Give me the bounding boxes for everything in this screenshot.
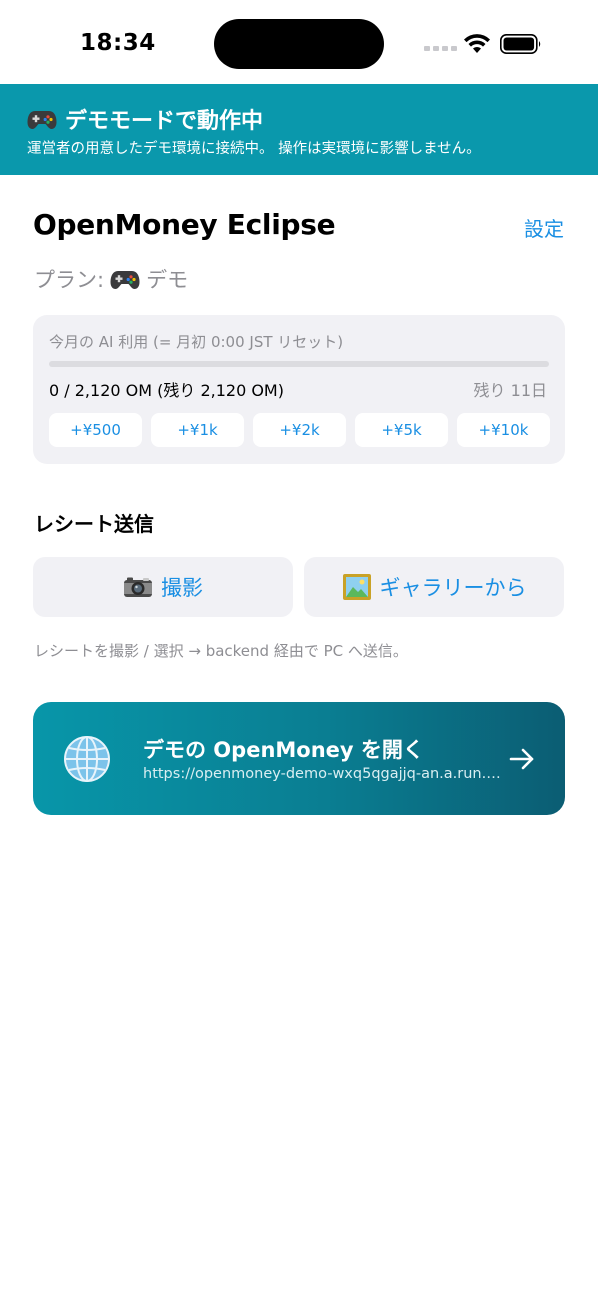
settings-link[interactable]: 設定 [524,213,564,242]
gamepad-icon [110,271,140,289]
dynamic-island [214,19,384,69]
usage-remaining-days: 残り 11日 [473,381,547,400]
receipt-actions: 撮影 ギャラリーから [33,557,564,617]
camera-button[interactable]: 撮影 [33,557,293,617]
usage-amount: 0 / 2,120 OM (残り 2,120 OM) [49,381,284,400]
open-demo-url: https://openmoney-demo-wxq5qgajjq-an.a.r… [143,766,503,782]
plan-row: プラン: デモ [34,264,188,294]
battery-icon [500,34,541,54]
status-time: 18:34 [80,30,156,56]
demo-banner-subtitle: 運営者の用意したデモ環境に接続中。 操作は実環境に影響しません。 [27,141,481,157]
framed-picture-icon [342,574,371,600]
plan-value: デモ [146,268,189,292]
cellular-signal-icon [424,46,457,51]
topup-row: +¥500 +¥1k +¥2k +¥5k +¥10k [49,413,550,447]
globe-icon [64,736,110,782]
topup-button-1k[interactable]: +¥1k [151,413,244,447]
topup-button-500[interactable]: +¥500 [49,413,142,447]
gamepad-icon [27,111,57,129]
receipt-note: レシートを撮影 / 選択 → backend 経由で PC へ送信。 [34,642,408,660]
plan-label: プラン: [34,268,105,292]
receipt-section-title: レシート送信 [34,512,154,536]
topup-button-2k[interactable]: +¥2k [253,413,346,447]
open-demo-title: デモの OpenMoney を開く [143,738,424,762]
open-demo-card[interactable]: デモの OpenMoney を開く https://openmoney-demo… [33,702,565,815]
usage-card: 今月の AI 利用 (= 月初 0:00 JST リセット) 0 / 2,120… [33,315,565,464]
camera-icon [124,577,152,597]
status-bar: 18:34 [0,0,598,84]
usage-caption: 今月の AI 利用 (= 月初 0:00 JST リセット) [49,333,344,351]
topup-button-5k[interactable]: +¥5k [355,413,448,447]
demo-banner-title: デモモードで動作中 [27,103,263,135]
camera-button-label: 撮影 [161,576,203,600]
gallery-button[interactable]: ギャラリーから [304,557,564,617]
page-title: OpenMoney Eclipse [33,208,336,241]
topup-button-10k[interactable]: +¥10k [457,413,550,447]
wifi-icon [464,34,490,53]
gallery-button-label: ギャラリーから [379,576,527,600]
arrow-right-icon [509,748,534,770]
demo-banner-title-text: デモモードで動作中 [65,109,264,134]
usage-progress-bar [49,361,549,367]
